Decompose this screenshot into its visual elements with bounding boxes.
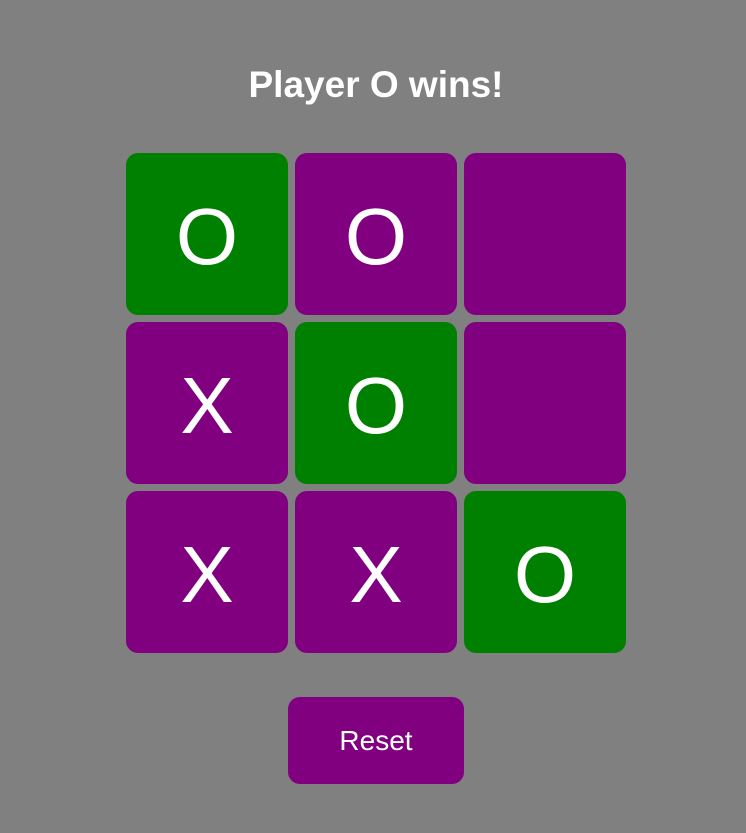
board-cell[interactable]: X <box>295 491 457 653</box>
board-cell[interactable]: X <box>126 322 288 484</box>
cell-mark: O <box>175 192 239 281</box>
board-cell[interactable]: O <box>295 322 457 484</box>
cell-mark: X <box>180 530 234 619</box>
game-status: Player O wins! <box>248 64 504 105</box>
board-cell[interactable]: X <box>126 491 288 653</box>
board-cell[interactable]: O <box>126 153 288 315</box>
cell-mark: O <box>513 530 577 619</box>
cell-mark: X <box>180 361 234 450</box>
game-board: O O X O X X O <box>126 153 626 653</box>
board-cell[interactable] <box>464 322 626 484</box>
cell-mark: O <box>344 192 408 281</box>
board-cell[interactable] <box>464 153 626 315</box>
reset-button[interactable]: Reset <box>288 697 464 784</box>
board-cell[interactable]: O <box>295 153 457 315</box>
cell-mark: X <box>349 530 403 619</box>
board-cell[interactable]: O <box>464 491 626 653</box>
cell-mark: O <box>344 361 408 450</box>
